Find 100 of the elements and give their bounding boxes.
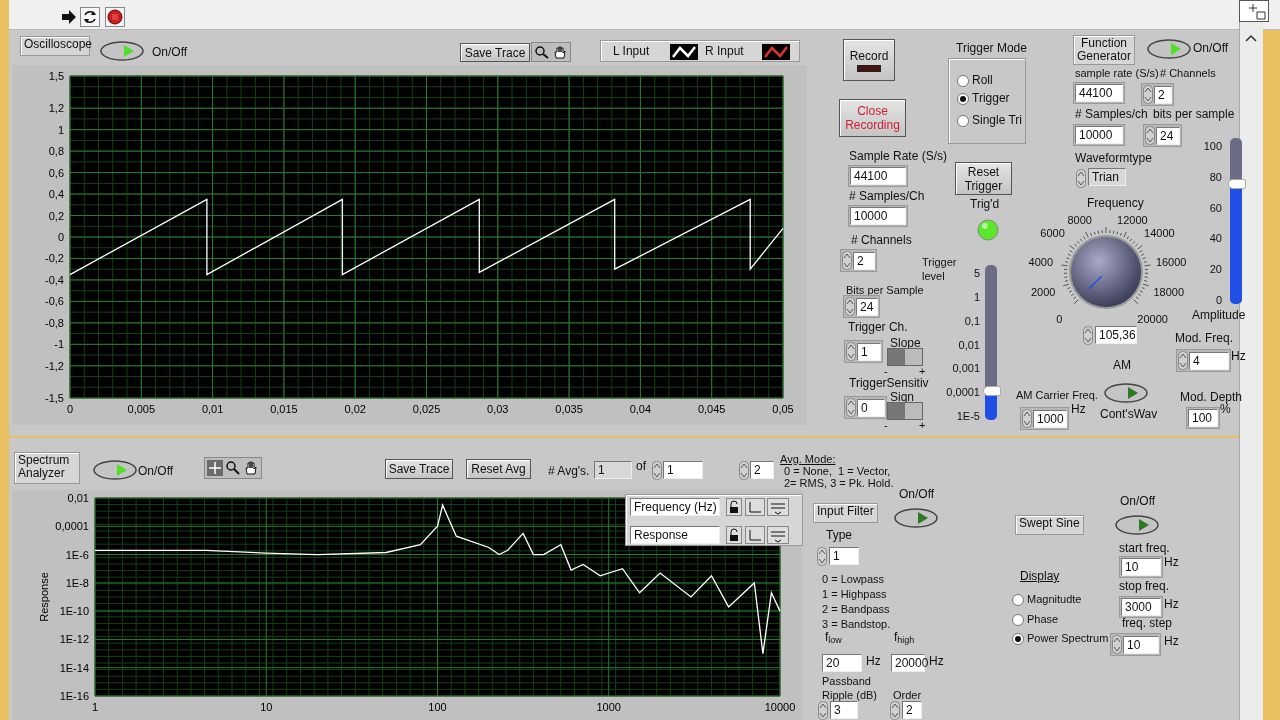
- radio-label: Roll: [972, 73, 993, 87]
- spinner-arrows-icon[interactable]: [1143, 85, 1153, 104]
- toggle-switch[interactable]: [100, 41, 144, 61]
- field-label: # Samples/ch: [1075, 107, 1148, 121]
- plus-label: +: [919, 364, 926, 378]
- slider-thumb[interactable]: [983, 385, 1001, 396]
- record-button[interactable]: Record: [843, 39, 895, 81]
- cursor-name-field[interactable]: Frequency (Hz): [630, 498, 720, 516]
- field-label: Sample Rate (S/s): [849, 149, 948, 163]
- spinner-arrows-icon[interactable]: [817, 547, 827, 566]
- minus-label: -: [884, 418, 888, 432]
- axis-tick-label: 0,2: [48, 209, 64, 222]
- axis-tick-label: 0,01: [67, 492, 89, 504]
- scale-label: 8000: [1067, 213, 1092, 228]
- spinner-arrows-icon[interactable]: [846, 398, 856, 417]
- scale-label: 0: [1215, 293, 1222, 307]
- crosshair-icon[interactable]: [207, 460, 223, 476]
- hand-icon[interactable]: [552, 45, 568, 59]
- field-label: bits per sample: [1153, 107, 1235, 121]
- numeric-control[interactable]: 44100: [1073, 82, 1125, 104]
- save-trace-button[interactable]: Save Trace: [460, 43, 530, 62]
- close-recording-button[interactable]: Close Recording: [839, 99, 906, 137]
- numeric-control[interactable]: 24: [1143, 124, 1182, 147]
- toggle-switch[interactable]: [93, 460, 137, 480]
- ring-selector[interactable]: Trian: [1088, 168, 1126, 186]
- spinner-arrows-icon[interactable]: [842, 251, 852, 270]
- numeric-field[interactable]: 1: [829, 547, 859, 565]
- numeric-field[interactable]: 105,36: [1095, 326, 1137, 344]
- toggle-switch[interactable]: [894, 508, 938, 528]
- field-label: Mod. Freq.: [1175, 331, 1234, 345]
- toggle-label: AM: [1113, 358, 1131, 372]
- toggle-switch[interactable]: [1115, 515, 1159, 535]
- numeric-control[interactable]: 1: [844, 340, 883, 363]
- save-trace-button[interactable]: Save Trace: [385, 459, 453, 479]
- section-title: Swept Sine: [1015, 515, 1084, 535]
- numeric-control[interactable]: 24: [843, 295, 880, 318]
- numeric-control[interactable]: 10000: [848, 205, 908, 227]
- numeric-field[interactable]: 3: [830, 701, 858, 719]
- numeric-control[interactable]: 1000: [1020, 407, 1069, 430]
- field-label: f$_{low}$: [825, 630, 842, 644]
- toggle-switch[interactable]: [1104, 383, 1148, 403]
- spinner-arrows-icon[interactable]: [1112, 635, 1122, 654]
- lock-icon[interactable]: [726, 526, 742, 544]
- spinner-arrows-icon[interactable]: [1076, 169, 1086, 188]
- radio-label: Magnitudte: [1027, 592, 1082, 606]
- numeric-field[interactable]: 2: [902, 701, 922, 719]
- numeric-control[interactable]: 10: [1119, 556, 1163, 578]
- scale-label: 4000: [1028, 254, 1054, 269]
- abort-icon[interactable]: [105, 7, 125, 27]
- numeric-control[interactable]: 2: [840, 249, 877, 272]
- numeric-field[interactable]: 1: [594, 461, 632, 479]
- spinner-arrows-icon[interactable]: [1178, 351, 1188, 370]
- slider-thumb[interactable]: [1228, 179, 1246, 190]
- axis-tick-label: 1: [57, 123, 64, 136]
- spinner-arrows-icon[interactable]: [739, 461, 749, 480]
- scale-label: 0,1: [964, 313, 980, 328]
- numeric-field[interactable]: 20: [822, 654, 862, 672]
- spinner-arrows-icon[interactable]: [890, 701, 900, 720]
- numeric-control[interactable]: 4: [1176, 349, 1231, 372]
- spinner-arrows-icon[interactable]: [846, 342, 856, 361]
- spinner-arrows-icon[interactable]: [1022, 409, 1032, 428]
- numeric-field[interactable]: 2: [750, 461, 774, 479]
- spinner-arrows-icon[interactable]: [845, 297, 855, 316]
- spinner-arrows-icon[interactable]: [652, 461, 662, 480]
- continuous-run-icon[interactable]: [80, 7, 100, 27]
- spinner-arrows-icon[interactable]: [1145, 126, 1155, 145]
- numeric-field[interactable]: 1: [663, 461, 703, 479]
- reset-avg-button[interactable]: Reset Avg: [466, 459, 531, 479]
- axis-tick-label: 0: [57, 231, 64, 243]
- reset-trigger-button[interactable]: Reset Trigger: [955, 162, 1012, 195]
- scale-label: 20000: [1137, 311, 1168, 326]
- scroll-up-icon[interactable]: [1245, 34, 1257, 42]
- spinner-arrows-icon[interactable]: [1083, 326, 1093, 345]
- numeric-control[interactable]: 3000: [1119, 596, 1163, 618]
- toggle-switch[interactable]: [1147, 39, 1191, 59]
- numeric-control[interactable]: 10000: [1073, 124, 1125, 146]
- lock-icon[interactable]: [726, 498, 742, 516]
- cursor-name-field[interactable]: Response: [630, 526, 720, 544]
- numeric-control[interactable]: 100: [1186, 407, 1220, 429]
- numeric-control[interactable]: 0: [844, 396, 887, 419]
- slide-switch[interactable]: [887, 348, 923, 366]
- scale-label: 40: [1209, 231, 1222, 246]
- unit-label: Hz: [866, 654, 881, 668]
- format-menu-icon[interactable]: [767, 498, 789, 516]
- field-label: Type: [826, 528, 852, 542]
- field-label: Mod. Depth: [1180, 390, 1243, 404]
- numeric-control[interactable]: 44100: [848, 165, 908, 187]
- zoom-icon[interactable]: [534, 45, 550, 59]
- zoom-icon[interactable]: [225, 460, 241, 476]
- run-arrow-icon[interactable]: [60, 8, 78, 26]
- spinner-arrows-icon[interactable]: [818, 701, 828, 720]
- slide-switch[interactable]: [887, 402, 923, 420]
- numeric-control[interactable]: 10: [1110, 633, 1161, 656]
- legend-label: R Input: [705, 44, 744, 58]
- scale-label: 16000: [1155, 254, 1187, 269]
- knob-label: Frequency: [1087, 196, 1144, 210]
- hand-icon[interactable]: [243, 460, 259, 476]
- format-menu-icon[interactable]: [767, 526, 789, 544]
- numeric-control[interactable]: 2: [1141, 83, 1174, 106]
- indicator-label: Trig'd: [970, 197, 1000, 211]
